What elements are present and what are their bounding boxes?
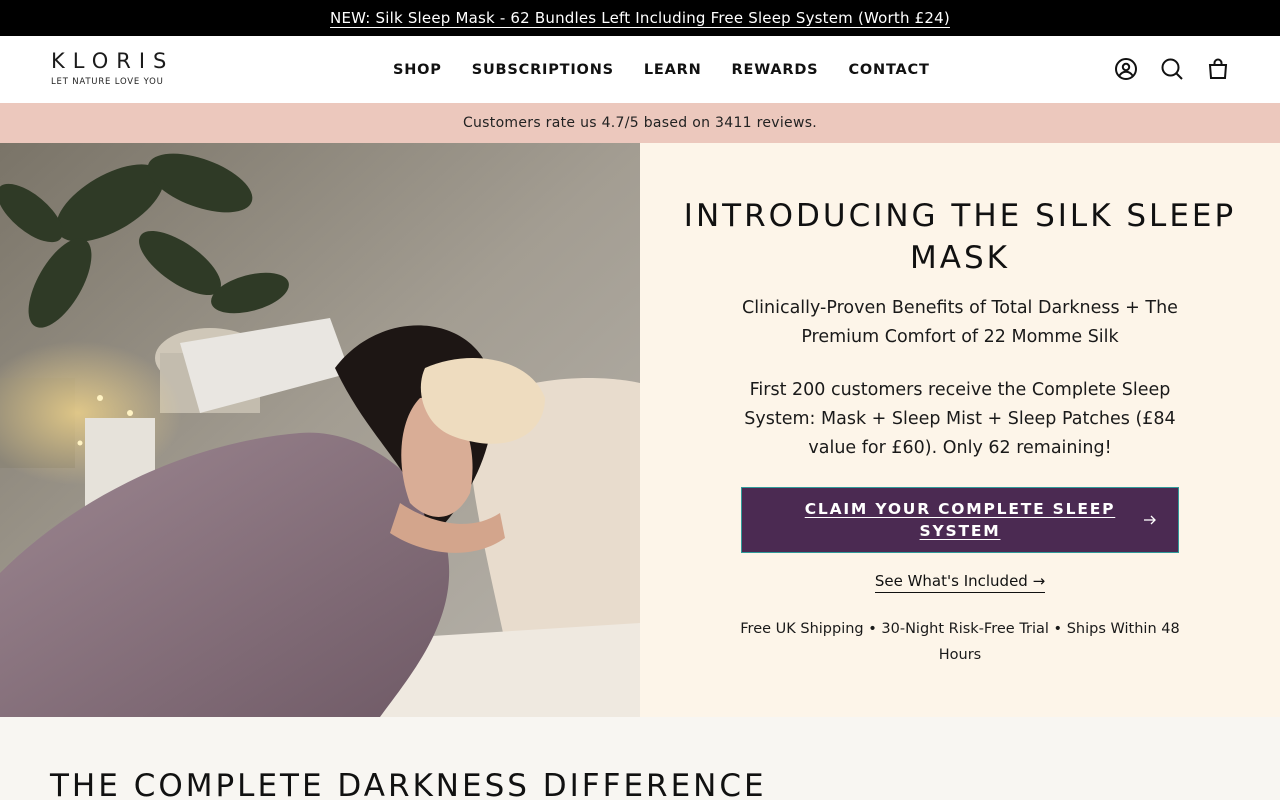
shipping-info: Free UK Shipping • 30-Night Risk-Free Tr… (740, 621, 1180, 663)
nav-item-subscriptions[interactable]: SUBSCRIPTIONS (472, 62, 614, 78)
hero-image (0, 143, 640, 717)
see-included-wrapper: See What's Included → (640, 571, 1280, 593)
logo[interactable]: KLORIS LET NATURE LOVE YOU (51, 50, 171, 90)
site-header: KLORIS LET NATURE LOVE YOU SHOP SUBSCRIP… (0, 36, 1280, 103)
see-whats-included-link[interactable]: See What's Included → (874, 572, 1046, 593)
search-icon[interactable] (1160, 56, 1184, 82)
cta-label: CLAIM YOUR COMPLETE SLEEP SYSTEM (804, 500, 1116, 540)
announcement-link[interactable]: NEW: Silk Sleep Mask - 62 Bundles Left I… (330, 9, 950, 27)
arrow-right-icon (1144, 515, 1156, 525)
rating-bar: Customers rate us 4.7/5 based on 3411 re… (0, 103, 1280, 143)
claim-sleep-system-button[interactable]: CLAIM YOUR COMPLETE SLEEP SYSTEM (741, 487, 1179, 553)
nav-item-rewards[interactable]: REWARDS (732, 62, 819, 78)
logo-tagline: LET NATURE LOVE YOU (51, 77, 164, 87)
section-title: THE COMPLETE DARKNESS DIFFERENCE (50, 768, 767, 800)
logo-wordmark: KLORIS (51, 49, 175, 73)
nav-item-shop[interactable]: SHOP (393, 62, 442, 78)
hero-panel: INTRODUCING THE SILK SLEEP MASK Clinical… (640, 143, 1280, 717)
account-icon[interactable] (1114, 56, 1138, 82)
cart-icon[interactable] (1206, 56, 1230, 82)
announcement-bar: NEW: Silk Sleep Mask - 62 Bundles Left I… (0, 0, 1280, 36)
nav-item-learn[interactable]: LEARN (644, 62, 702, 78)
main-nav: SHOP SUBSCRIPTIONS LEARN REWARDS CONTACT (393, 36, 930, 103)
hero-offer: First 200 customers receive the Complete… (744, 380, 1176, 458)
header-icons (1114, 56, 1230, 82)
hero-title: INTRODUCING THE SILK SLEEP MASK (683, 198, 1237, 276)
rating-text: Customers rate us 4.7/5 based on 3411 re… (462, 115, 818, 131)
hero-subtitle: Clinically-Proven Benefits of Total Dark… (742, 298, 1178, 347)
nav-item-contact[interactable]: CONTACT (848, 62, 929, 78)
